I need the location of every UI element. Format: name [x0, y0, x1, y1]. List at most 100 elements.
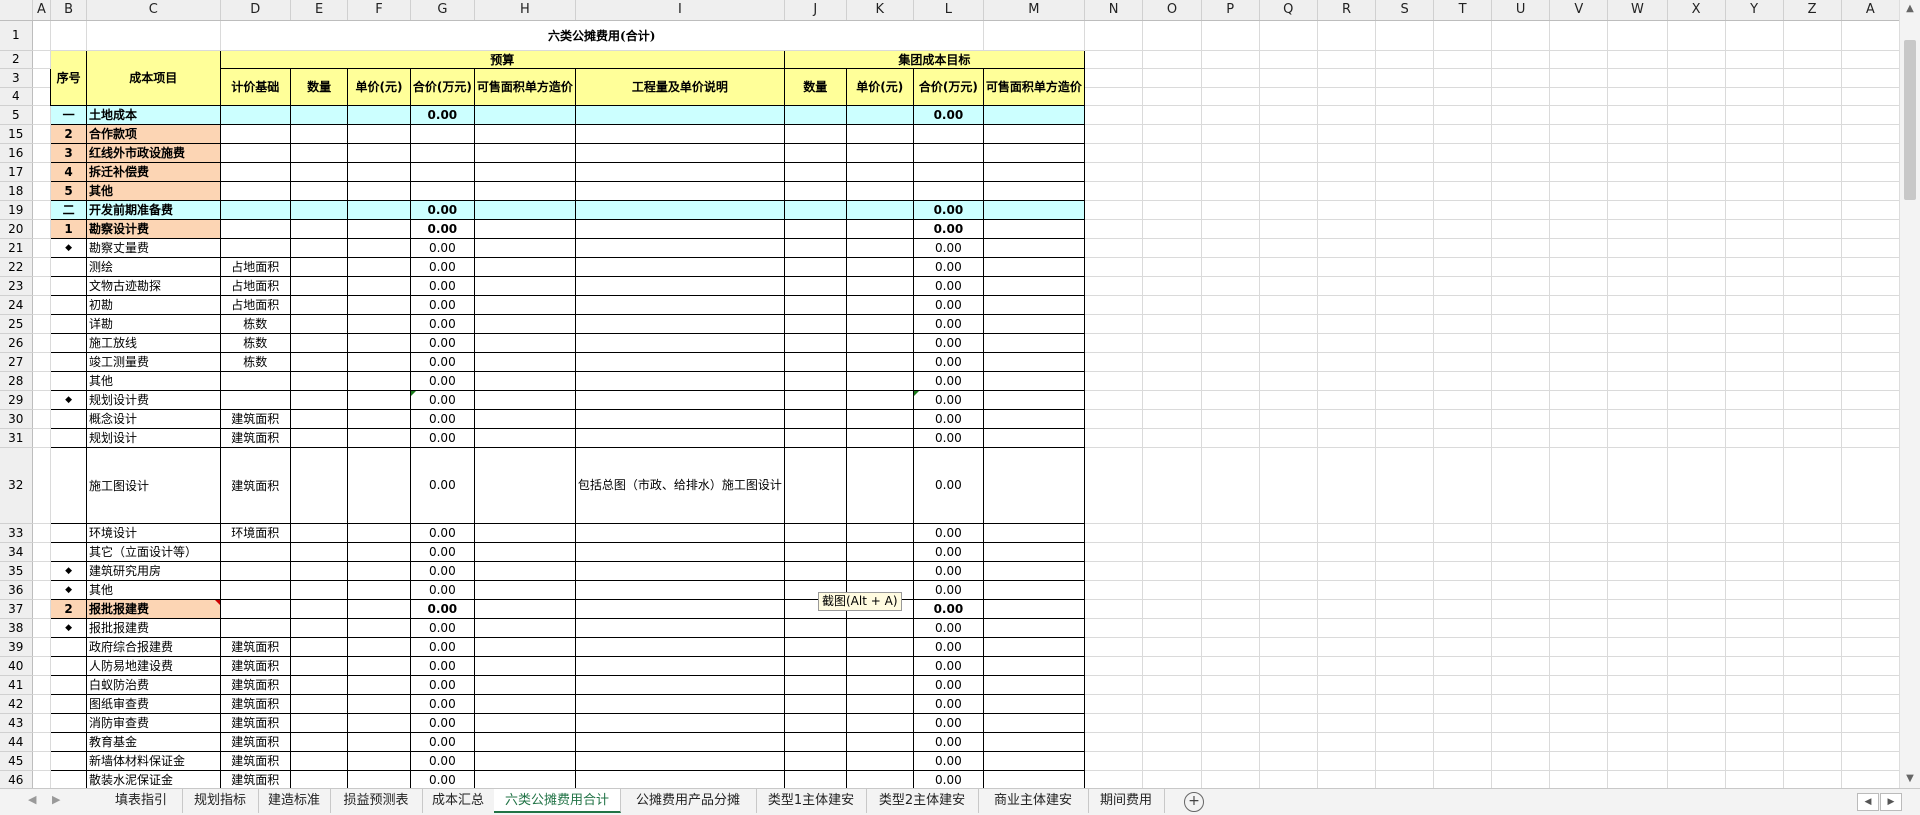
budget-unit-price[interactable] — [347, 142, 411, 163]
empty-cell[interactable] — [1142, 637, 1202, 657]
budget-unit-price[interactable] — [347, 332, 411, 353]
empty-cell[interactable] — [1375, 352, 1435, 372]
target-total[interactable]: 0.00 — [912, 389, 984, 410]
empty-cell[interactable] — [1084, 50, 1144, 69]
sheet-tab[interactable]: 成本汇总 — [422, 789, 495, 813]
budget-total[interactable]: 0.00 — [409, 541, 475, 562]
empty-cell[interactable] — [1084, 333, 1144, 353]
quantity-description[interactable] — [574, 294, 785, 315]
budget-unit-price[interactable] — [347, 123, 411, 144]
cost-item-name[interactable]: 其它（立面设计等） — [86, 541, 221, 562]
empty-cell[interactable] — [1259, 162, 1319, 182]
empty-cell[interactable] — [1201, 561, 1260, 581]
empty-cell[interactable] — [1142, 580, 1202, 600]
budget-unit-price[interactable] — [347, 693, 411, 714]
seq-cell[interactable] — [50, 674, 87, 695]
row-header[interactable]: 39 — [0, 637, 33, 657]
seq-cell[interactable] — [50, 541, 87, 562]
empty-cell[interactable] — [1142, 276, 1202, 296]
budget-total[interactable]: 0.00 — [409, 446, 475, 524]
empty-cell[interactable] — [1142, 523, 1202, 543]
empty-cell[interactable] — [1142, 675, 1202, 695]
empty-cell[interactable] — [1433, 751, 1493, 771]
empty-cell[interactable] — [1491, 542, 1551, 562]
cell-c[interactable] — [86, 20, 221, 51]
empty-cell[interactable] — [1549, 333, 1609, 353]
quantity-description[interactable] — [574, 655, 785, 676]
empty-cell[interactable] — [1084, 599, 1144, 619]
empty-cell[interactable] — [1607, 276, 1668, 296]
cost-item-name[interactable]: 其他 — [86, 579, 221, 600]
empty-cell[interactable] — [1084, 276, 1144, 296]
target-total[interactable]: 0.00 — [912, 408, 984, 429]
budget-qty[interactable] — [290, 256, 349, 277]
budget-qty[interactable] — [290, 579, 349, 600]
empty-cell[interactable] — [1259, 751, 1319, 771]
budget-unit-price[interactable] — [347, 294, 411, 315]
budget-unit-price[interactable] — [347, 712, 411, 733]
seq-cell[interactable] — [50, 731, 87, 752]
empty-cell[interactable] — [1433, 428, 1493, 448]
target-unit-price[interactable] — [845, 427, 914, 448]
quantity-description[interactable] — [574, 693, 785, 714]
target-unit-price[interactable] — [845, 750, 914, 771]
empty-cell[interactable] — [1783, 770, 1842, 788]
column-header[interactable]: O — [1142, 0, 1202, 21]
target-qty[interactable] — [783, 237, 847, 258]
column-header[interactable]: J — [784, 0, 847, 21]
empty-cell[interactable] — [1783, 87, 1842, 106]
target-per-area[interactable] — [982, 142, 1085, 163]
empty-cell[interactable] — [1201, 675, 1260, 695]
empty-cell[interactable] — [1841, 561, 1900, 581]
quantity-description[interactable] — [574, 389, 785, 410]
empty-cell[interactable] — [1607, 580, 1668, 600]
quantity-description[interactable] — [574, 180, 785, 201]
empty-cell[interactable] — [1201, 371, 1260, 391]
target-qty[interactable] — [783, 560, 847, 581]
budget-unit-price[interactable] — [347, 389, 411, 410]
empty-cell[interactable] — [1375, 181, 1435, 201]
empty-cell[interactable] — [1084, 68, 1144, 88]
target-total[interactable]: 0.00 — [912, 655, 984, 676]
pricing-basis[interactable] — [219, 370, 292, 391]
empty-cell[interactable] — [1433, 675, 1493, 695]
budget-total[interactable]: 0.00 — [409, 370, 475, 391]
target-per-area[interactable] — [982, 294, 1085, 315]
cell-a[interactable] — [32, 219, 52, 239]
empty-cell[interactable] — [1725, 618, 1784, 638]
target-per-area[interactable] — [982, 731, 1085, 752]
budget-qty[interactable] — [290, 769, 349, 788]
pricing-basis[interactable] — [219, 237, 292, 258]
empty-cell[interactable] — [1084, 200, 1144, 220]
empty-cell[interactable] — [1667, 68, 1726, 88]
pricing-basis[interactable] — [219, 218, 292, 239]
select-all-corner[interactable] — [0, 0, 33, 21]
seq-cell[interactable]: 二 — [50, 199, 87, 220]
cost-item-name[interactable]: 其他 — [86, 370, 221, 391]
empty-cell[interactable] — [1841, 162, 1900, 182]
budget-total[interactable]: 0.00 — [409, 256, 475, 277]
target-qty[interactable] — [783, 769, 847, 788]
empty-cell[interactable] — [1607, 390, 1668, 410]
budget-unit-price[interactable] — [347, 579, 411, 600]
cost-item-name[interactable]: 概念设计 — [86, 408, 221, 429]
empty-cell[interactable] — [1783, 390, 1842, 410]
cell-a[interactable] — [32, 295, 52, 315]
budget-qty[interactable] — [290, 617, 349, 638]
empty-cell[interactable] — [1725, 561, 1784, 581]
target-per-area[interactable] — [982, 693, 1085, 714]
cost-item-name[interactable]: 环境设计 — [86, 522, 221, 543]
budget-total[interactable] — [409, 180, 475, 201]
empty-cell[interactable] — [1841, 675, 1900, 695]
empty-cell[interactable] — [1841, 390, 1900, 410]
seq-cell[interactable]: 5 — [50, 180, 87, 201]
target-total[interactable]: 0.00 — [912, 750, 984, 771]
budget-qty[interactable] — [290, 218, 349, 239]
empty-cell[interactable] — [1259, 87, 1319, 106]
pricing-basis[interactable]: 环境面积 — [219, 522, 292, 543]
empty-cell[interactable] — [1549, 561, 1609, 581]
target-per-area[interactable] — [982, 636, 1085, 657]
budget-total[interactable]: 0.00 — [409, 750, 475, 771]
target-total[interactable]: 0.00 — [912, 769, 984, 788]
seq-cell[interactable] — [50, 332, 87, 353]
